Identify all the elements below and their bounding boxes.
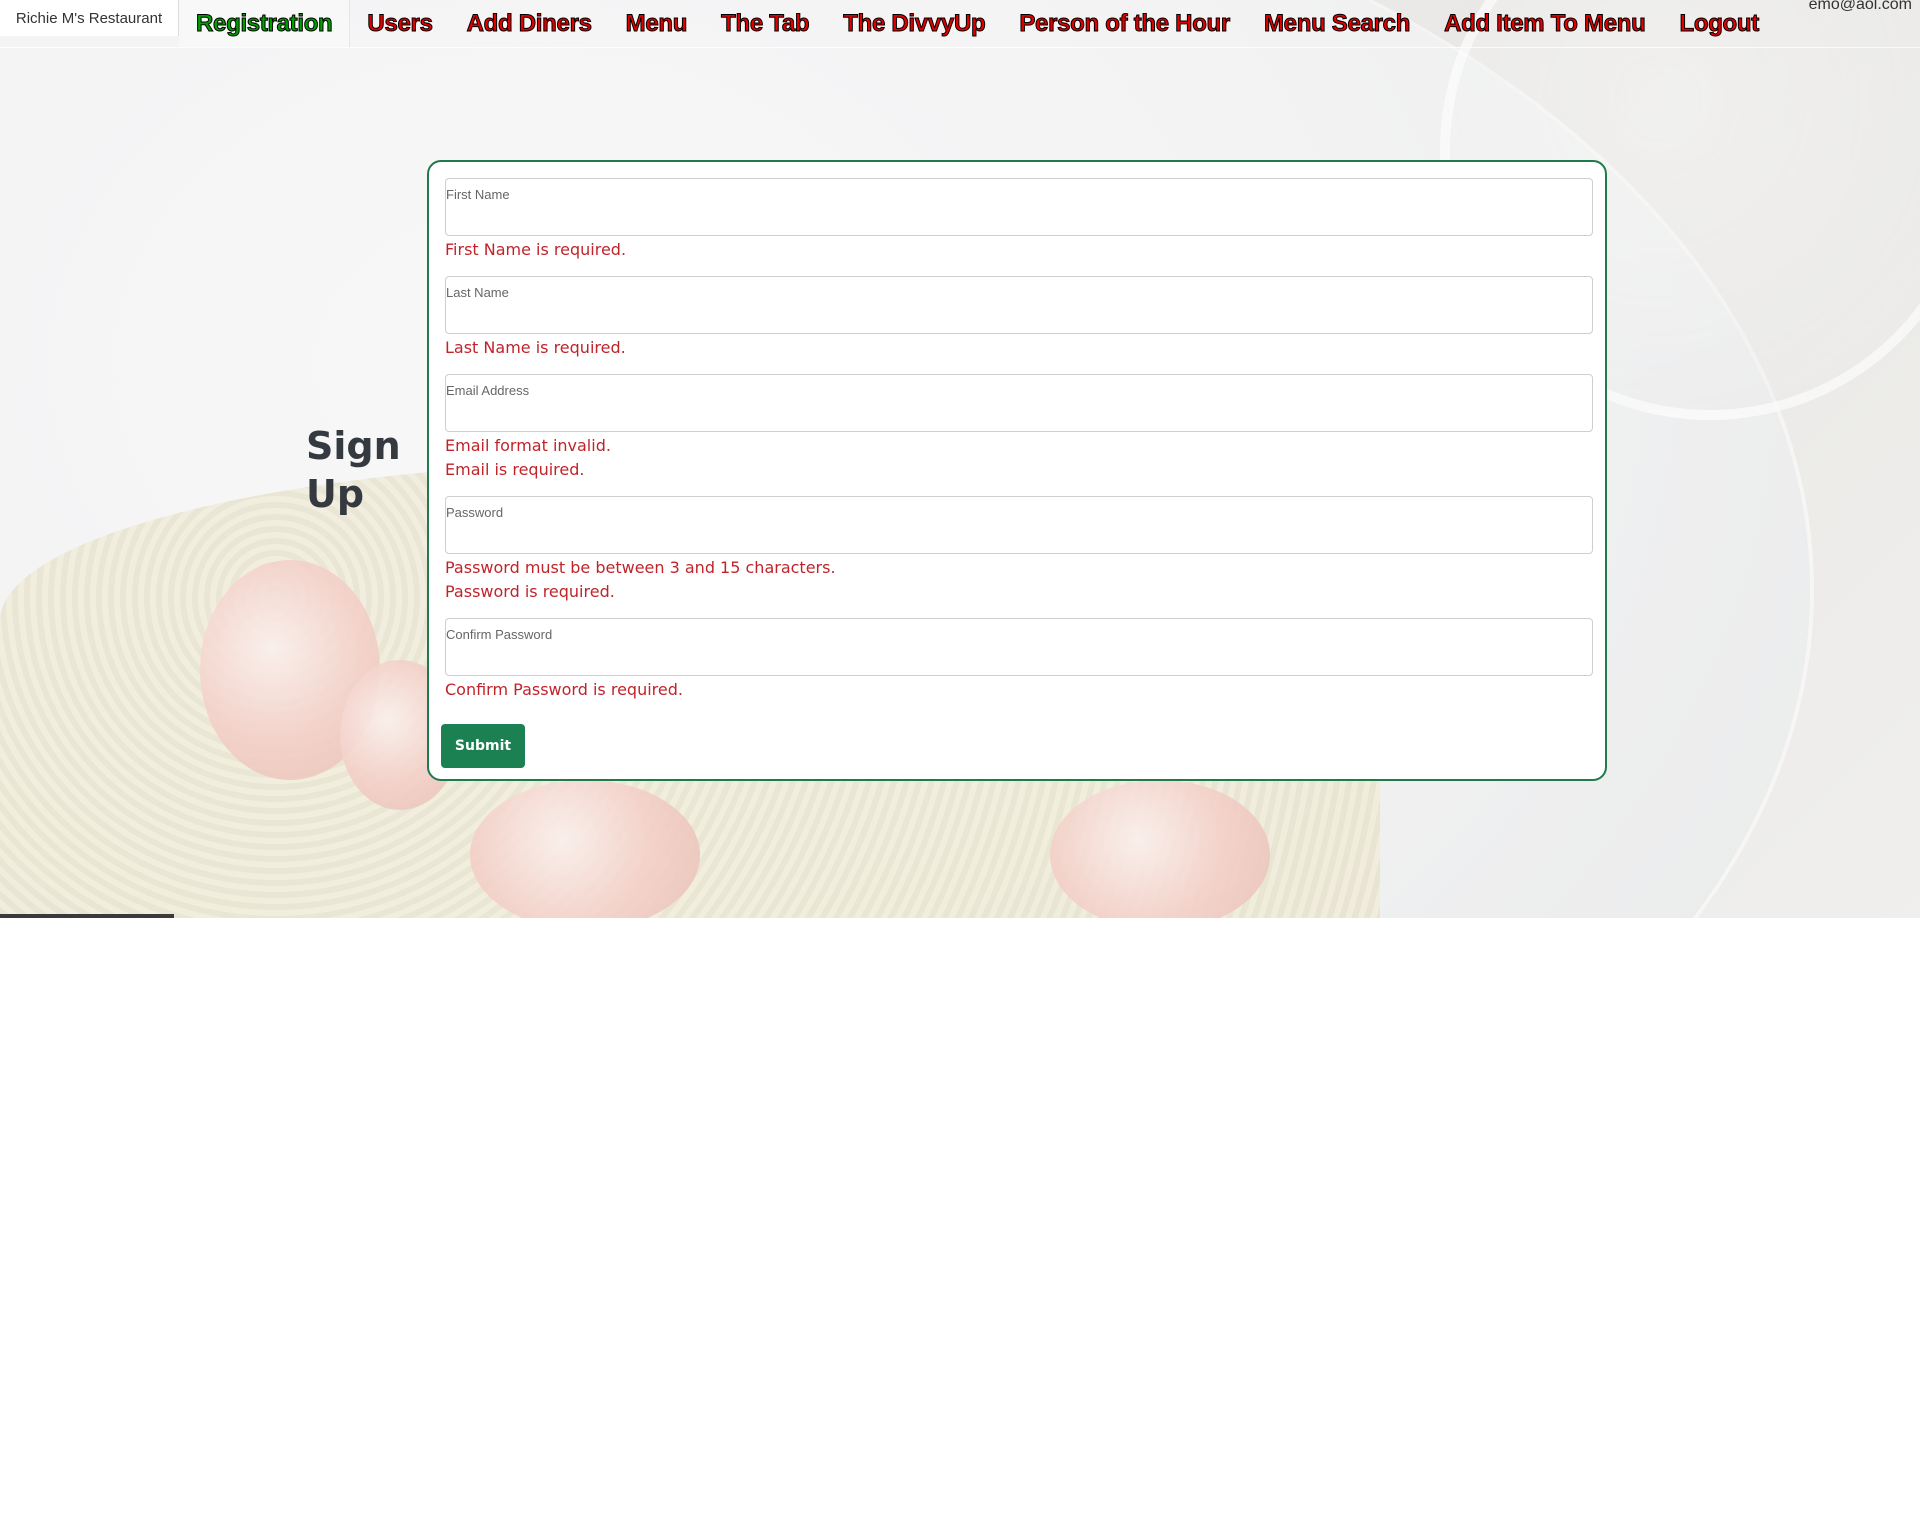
password-required-error: Password is required. xyxy=(445,582,615,601)
nav-item-the-tab[interactable]: The Tab xyxy=(704,9,826,38)
password-length-error: Password must be between 3 and 15 charac… xyxy=(445,558,836,577)
nav-item-menu-search[interactable]: Menu Search xyxy=(1247,9,1427,38)
first-name-required-error: First Name is required. xyxy=(445,240,627,259)
confirm-password-required-error: Confirm Password is required. xyxy=(445,680,683,699)
last-name-field[interactable]: Last Name xyxy=(445,276,1593,334)
nav-item-the-divvyup[interactable]: The DivvyUp xyxy=(826,9,1002,38)
horizontal-scrollbar[interactable] xyxy=(0,914,174,918)
nav-item-add-diners[interactable]: Add Diners xyxy=(450,9,609,38)
email-required-error: Email is required. xyxy=(445,460,585,479)
nav-item-person-of-the-hour[interactable]: Person of the Hour xyxy=(1002,9,1247,38)
last-name-required-error: Last Name is required. xyxy=(445,338,626,357)
last-name-label: Last Name xyxy=(446,285,509,300)
submit-button[interactable]: Submit xyxy=(441,724,525,768)
signup-form: First Name First Name is required. Last … xyxy=(427,160,1607,781)
nav-item-logout[interactable]: Logout xyxy=(1662,9,1776,38)
brand-logo[interactable]: Richie M's Restaurant xyxy=(0,0,179,36)
page-title: Sign Up xyxy=(306,424,401,516)
confirm-password-field[interactable]: Confirm Password xyxy=(445,618,1593,676)
first-name-field[interactable]: First Name xyxy=(445,178,1593,236)
nav-item-users[interactable]: Users xyxy=(350,9,449,38)
nav-items: Registration Users Add Diners Menu The T… xyxy=(179,0,1776,47)
password-label: Password xyxy=(446,505,504,520)
user-email: emo@aol.com xyxy=(1808,0,1912,13)
email-format-error: Email format invalid. xyxy=(445,436,611,455)
email-field[interactable]: Email Address xyxy=(445,374,1593,432)
nav-item-registration[interactable]: Registration xyxy=(179,0,351,47)
first-name-label: First Name xyxy=(446,187,510,202)
nav-item-add-item-to-menu[interactable]: Add Item To Menu xyxy=(1427,9,1662,38)
password-field[interactable]: Password xyxy=(445,496,1593,554)
top-navbar: Richie M's Restaurant Registration Users… xyxy=(0,0,1920,48)
nav-item-menu[interactable]: Menu xyxy=(609,9,704,38)
confirm-password-label: Confirm Password xyxy=(446,627,553,642)
email-label: Email Address xyxy=(446,383,530,398)
